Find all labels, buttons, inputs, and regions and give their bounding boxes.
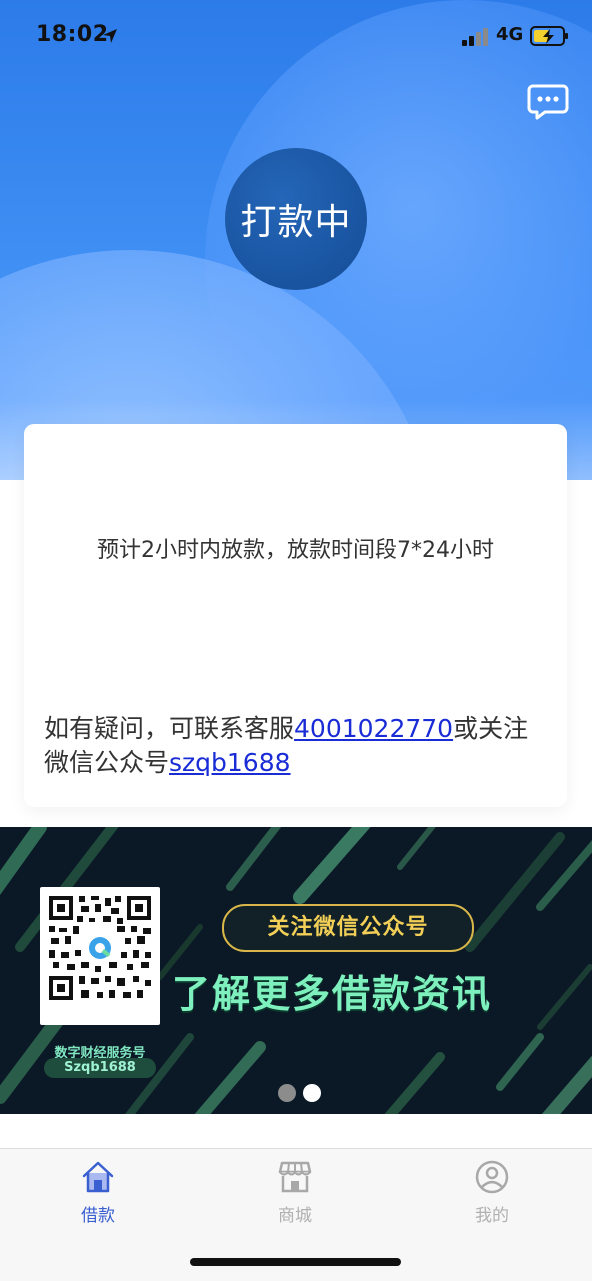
tab-mine[interactable]: 我的	[432, 1159, 552, 1226]
qr-code-icon	[47, 894, 153, 1002]
battery-charging-icon	[530, 26, 568, 46]
home-indicator	[190, 1258, 401, 1266]
payout-estimate-text: 预计2小时内放款，放款时间段7*24小时	[97, 538, 494, 563]
contact-info: 如有疑问，可联系客服4001022770或关注微信公众号szqb1688	[44, 712, 534, 780]
tab-mine-label: 我的	[475, 1206, 509, 1226]
payout-status-text: 打款中	[240, 202, 352, 243]
cellular-signal-icon	[462, 28, 488, 46]
tab-mall[interactable]: 商城	[235, 1159, 355, 1226]
info-card: 预计2小时内放款，放款时间段7*24小时 如有疑问，可联系客服400102277…	[24, 424, 567, 807]
banner-headline: 了解更多借款资讯	[172, 972, 493, 1016]
wechat-account-link[interactable]: szqb1688	[169, 748, 291, 777]
carousel-dot-1[interactable]	[278, 1084, 296, 1102]
location-arrow-icon	[103, 29, 117, 43]
chat-bubble-icon	[527, 84, 569, 120]
tab-mall-label: 商城	[278, 1206, 312, 1226]
status-bar: 18:02 4G	[0, 0, 592, 72]
payout-status-circle: 打款中	[225, 148, 367, 290]
tab-loan-label: 借款	[81, 1206, 115, 1226]
carousel-dot-2-active[interactable]	[303, 1084, 321, 1102]
home-icon	[82, 1161, 114, 1193]
user-icon	[475, 1160, 509, 1194]
network-type: 4G	[496, 24, 524, 45]
qr-caption-id: Szqb1688	[44, 1058, 156, 1078]
promo-banner[interactable]: 数字财经服务号 Szqb1688 关注微信公众号 了解更多借款资讯	[0, 827, 592, 1114]
wechat-qr-code	[40, 887, 160, 1025]
banner-follow-pill: 关注微信公众号	[222, 904, 474, 952]
tab-loan[interactable]: 借款	[38, 1159, 158, 1226]
customer-service-phone-link[interactable]: 4001022770	[294, 714, 453, 743]
store-icon	[278, 1161, 312, 1193]
contact-prefix: 如有疑问，可联系客服	[44, 714, 295, 743]
status-time: 18:02	[36, 22, 109, 47]
message-button[interactable]	[527, 83, 569, 121]
